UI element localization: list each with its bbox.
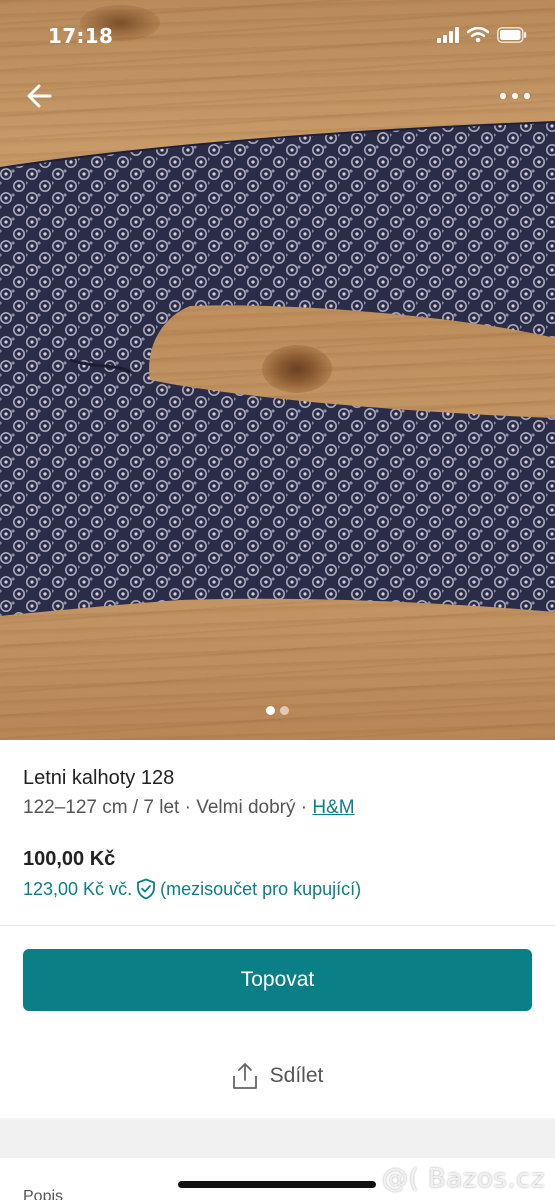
product-photo[interactable]: 17:18: [0, 0, 555, 740]
more-dots-icon: [500, 93, 530, 99]
item-title: Letni kalhoty 128: [23, 767, 175, 789]
gallery-pagination: [0, 706, 555, 715]
back-arrow-icon: [27, 84, 52, 108]
share-button[interactable]: Sdílet: [0, 1062, 555, 1090]
status-icons: [437, 24, 527, 46]
buyer-total-price[interactable]: 123,00 Kč vč. (mezisoučet pro kupující): [23, 878, 361, 900]
battery-icon: [497, 27, 527, 43]
shield-check-icon: [137, 878, 155, 900]
item-details: Letni kalhoty 128 122–127 cm / 7 let · V…: [0, 740, 555, 1200]
wifi-icon: [467, 27, 489, 43]
total-price-value: 123,00 Kč vč.: [23, 878, 133, 899]
item-price: 100,00 Kč: [23, 848, 116, 870]
share-label: Sdílet: [269, 1064, 324, 1087]
bazos-watermark: @( Bazos.cz: [382, 1164, 545, 1194]
total-price-note: (mezisoučet pro kupující): [160, 878, 362, 899]
more-options-button[interactable]: [497, 84, 533, 108]
divider: [0, 925, 555, 926]
meta-separator: ·: [295, 797, 313, 818]
pagination-dot: [280, 706, 289, 715]
item-meta: 122–127 cm / 7 let · Velmi dobrý · H&M: [23, 797, 355, 819]
item-size: 122–127 cm / 7 let: [23, 797, 180, 818]
section-separator: [0, 1118, 555, 1158]
meta-separator: ·: [179, 797, 197, 818]
description-heading: Popis: [23, 1188, 64, 1200]
promote-button[interactable]: Topovat: [23, 949, 532, 1011]
pants-image: [0, 121, 555, 616]
back-button[interactable]: [22, 80, 58, 112]
status-time: 17:18: [48, 24, 114, 48]
pagination-dot-active: [266, 706, 275, 715]
share-icon: [232, 1063, 257, 1089]
item-condition: Velmi dobrý: [196, 797, 296, 818]
home-indicator[interactable]: [178, 1181, 376, 1188]
signal-icon: [437, 27, 459, 43]
brand-link[interactable]: H&M: [312, 797, 354, 818]
